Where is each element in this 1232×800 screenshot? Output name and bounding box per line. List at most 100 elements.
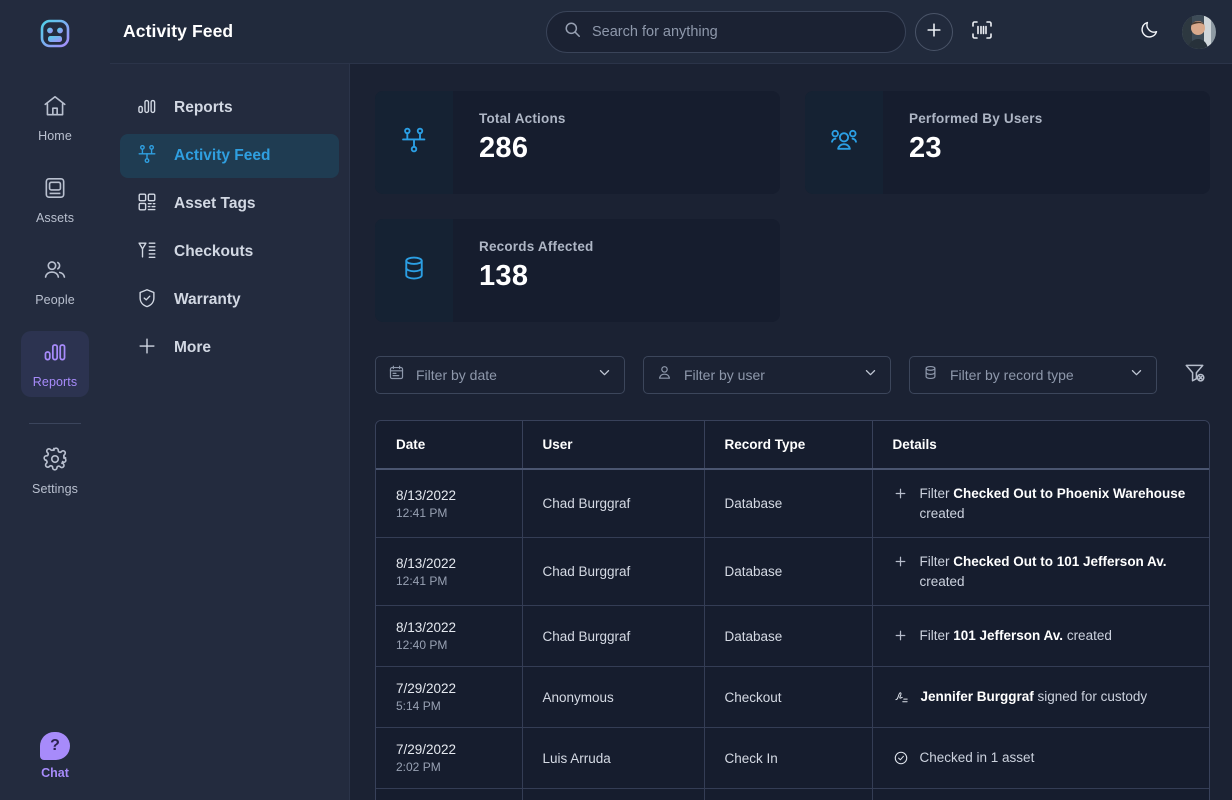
moon-icon [1139,19,1160,45]
chat-label: Chat [41,766,69,780]
details-text: Jennifer Burggraf signed for custody [921,687,1148,707]
sidebar-item-reports[interactable]: Reports [120,86,339,130]
page-title: Activity Feed [123,21,234,41]
stat-cards: Total Actions 286 Performed By Users 23 … [375,91,1210,322]
cell-details: Jennifer Burggraf signed for custody [872,666,1209,729]
plus-icon [136,335,158,362]
checkouts-icon [136,239,158,266]
database-icon [922,364,939,386]
row-time: 12:41 PM [396,573,448,588]
sidebar-item-activity-feed[interactable]: Activity Feed [120,134,339,178]
row-time: 12:41 PM [396,505,448,520]
chat-button[interactable]: ? Chat [0,732,110,780]
cell-record-type: Check In [704,727,873,790]
column-header-date[interactable]: Date [376,421,523,470]
stat-card-value: 23 [909,132,942,164]
details-prefix: Filter [919,554,954,570]
details-text: Checked in 1 asset [920,748,1035,768]
search-input[interactable] [592,24,889,40]
details-suffix: Checked in 1 asset [919,750,1035,766]
top-header: Activity Feed [110,0,1232,64]
global-search[interactable] [546,11,906,53]
stat-card-icon-wrap [375,219,453,322]
primary-nav-rail: Home Assets People Reports Settings ? Ch… [0,0,110,800]
table-head: Date User Record Type Details [376,421,1209,470]
search-icon [563,20,582,44]
cell-details: Filter Checked Out to 101 Jefferson Av. … [872,537,1209,607]
barcode-scan-button[interactable] [968,19,996,45]
page-body: Reports Activity Feed Asset Tags Checkou… [110,64,1232,800]
sidebar-item-asset-tags[interactable]: Asset Tags [120,182,339,226]
sidebar-item-label: Warranty [174,291,241,308]
cell-date: 8/13/2022 12:41 PM [376,537,523,607]
stat-card-body: Performed By Users 23 [883,91,1042,194]
details-highlight: Jennifer Burggraf [920,689,1034,705]
cell-date: 7/29/2022 [376,788,523,800]
row-time: 5:14 PM [396,699,441,714]
row-time: 12:40 PM [396,638,448,653]
sidebar-item-label: Asset Tags [174,195,256,212]
row-time: 2:02 PM [396,760,441,775]
details-suffix: created [919,505,965,521]
check-circle-icon [893,750,909,766]
cell-details: Checked in 1 asset [872,727,1209,790]
avatar[interactable] [1182,15,1216,49]
user-icon [656,364,673,386]
signature-icon [893,689,910,704]
chevron-down-icon [1129,365,1144,385]
column-header-details[interactable]: Details [872,421,1209,470]
details-highlight: 101 Jefferson Av. [953,628,1064,644]
filter-by-date[interactable]: Filter by date [375,356,625,394]
table-row[interactable]: 7/29/2022 [376,788,1209,800]
stat-card-body: Total Actions 286 [453,91,566,194]
rail-item-label: Home [38,129,72,143]
cell-user: Chad Burggraf [522,605,705,668]
stat-card-label: Total Actions [479,111,566,126]
table-row[interactable]: 7/29/2022 5:14 PM Anonymous Checkout Jen… [376,666,1209,729]
home-icon [42,93,68,124]
robot-logo-icon[interactable] [37,14,73,55]
sidebar-item-warranty[interactable]: Warranty [120,278,339,322]
stat-card-value: 138 [479,260,529,292]
plus-icon [924,20,944,45]
column-header-record-type[interactable]: Record Type [704,421,873,470]
table-row[interactable]: 7/29/2022 2:02 PM Luis Arruda Check In C… [376,727,1209,790]
people-icon [42,257,68,288]
sidebar-item-more[interactable]: More [120,326,339,370]
rail-item-label: People [35,293,75,307]
rail-item-assets[interactable]: Assets [21,167,89,233]
add-new-button[interactable] [915,13,953,51]
rail-item-reports[interactable]: Reports [21,331,89,397]
details-prefix: Filter [919,486,954,501]
gear-icon [42,446,68,477]
table-row[interactable]: 8/13/2022 12:41 PM Chad Burggraf Databas… [376,537,1209,607]
rail-item-home[interactable]: Home [21,85,89,151]
cell-user: Chad Burggraf [522,469,705,539]
clear-filters-button[interactable] [1183,361,1206,389]
sidebar-item-checkouts[interactable]: Checkouts [120,230,339,274]
sidebar-item-label: Activity Feed [174,147,271,164]
column-header-user[interactable]: User [522,421,705,470]
table-row[interactable]: 8/13/2022 12:41 PM Chad Burggraf Databas… [376,469,1209,539]
rail-divider [29,423,81,424]
table-row[interactable]: 8/13/2022 12:40 PM Chad Burggraf Databas… [376,605,1209,668]
rail-item-people[interactable]: People [21,249,89,315]
rail-item-settings[interactable]: Settings [21,438,89,504]
plus-icon [893,554,909,569]
header-actions [1139,0,1216,64]
table-body: 8/13/2022 12:41 PM Chad Burggraf Databas… [376,469,1209,800]
right-region: Activity Feed Search for anything Report… [110,0,1232,800]
cell-date: 8/13/2022 12:41 PM [376,469,523,539]
details-text: Filter Checked Out to Phoenix Warehouse … [920,484,1196,523]
plus-icon [893,628,909,643]
cell-details: Filter 101 Jefferson Av. created [872,605,1209,668]
filter-by-user[interactable]: Filter by user [643,356,891,394]
stat-card-label: Records Affected [479,239,594,254]
theme-toggle-button[interactable] [1139,19,1160,45]
cell-user: Chad Burggraf [522,537,705,607]
main-content: Total Actions 286 Performed By Users 23 … [350,64,1232,800]
activity-feed-icon [136,143,158,170]
cell-record-type: Database [704,537,873,607]
cell-details: Filter Checked Out to Phoenix Warehouse … [872,469,1209,539]
filter-by-record-type[interactable]: Filter by record type [909,356,1157,394]
